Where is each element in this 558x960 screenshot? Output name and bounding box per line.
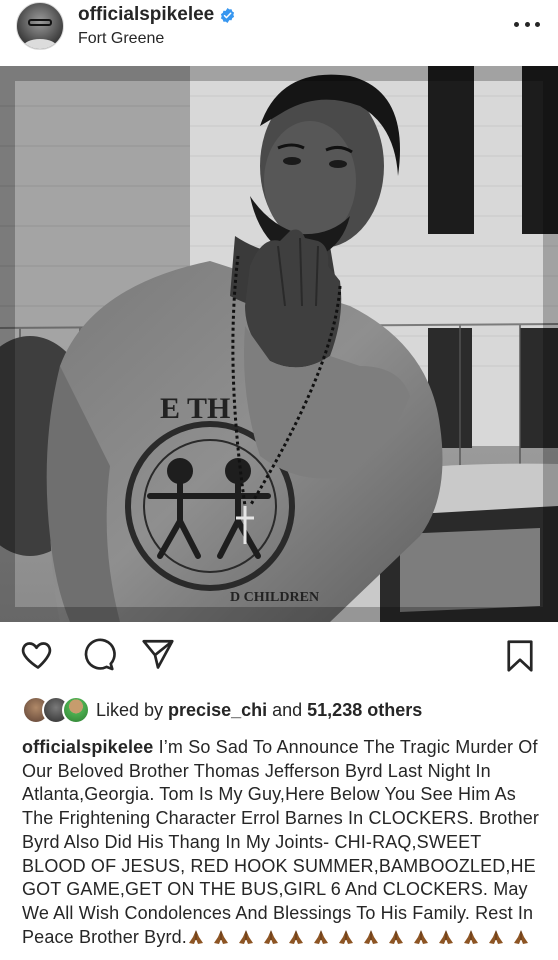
prayer-hands-icon [363,929,378,944]
likes-others-link[interactable]: 51,238 others [307,700,422,720]
shirt-print-top-text: E TH [160,392,230,425]
liker-avatar [62,696,90,724]
avatar-shirt [23,39,57,49]
liker-username-link[interactable]: precise_chi [168,700,267,720]
prayer-hands-icon [313,929,328,944]
prayer-hands-icon [438,929,453,944]
comment-icon[interactable] [80,636,116,672]
prayer-emoji-row [187,927,537,947]
username-row: officialspikelee [78,4,235,26]
prayer-hands-icon [388,929,403,944]
username-link[interactable]: officialspikelee [78,4,214,26]
prayer-hands-icon [238,929,253,944]
bookmark-icon[interactable] [502,636,538,676]
prayer-hands-icon [488,929,503,944]
post-photo-image: E TH D CHILDREN [0,66,558,622]
avatar-glasses [28,19,52,26]
prayer-hands-icon [413,929,428,944]
caption: officialspikelee I’m So Sad To Announce … [22,736,542,949]
prayer-hands-icon [338,929,353,944]
prayer-hands-icon [213,929,228,944]
location-link[interactable]: Fort Greene [78,30,164,48]
post-photo[interactable]: E TH D CHILDREN [0,66,558,622]
verified-badge-icon [221,7,235,23]
caption-text: I’m So Sad To Announce The Tragic Murder… [22,737,540,947]
likes-text[interactable]: Liked by precise_chi and 51,238 others [96,700,422,721]
prayer-hands-icon [188,929,203,944]
prayer-hands-icon [463,929,478,944]
likes-conjunction: and [267,699,308,720]
shirt-print-bottom-text: D CHILDREN [230,590,319,605]
liker-avatars [22,696,90,724]
likes-row[interactable]: Liked by precise_chi and 51,238 others [22,694,422,726]
prayer-hands-icon [288,929,303,944]
caption-author-link[interactable]: officialspikelee [22,737,153,757]
prayer-hands-icon [263,929,278,944]
post-actions [0,636,558,680]
post-header: officialspikelee Fort Greene [0,0,558,66]
heart-icon[interactable] [20,636,56,672]
avatar[interactable] [16,2,64,50]
more-options-icon[interactable] [514,14,540,34]
prayer-hands-icon [513,929,528,944]
likes-prefix: Liked by [96,699,169,720]
send-icon[interactable] [140,636,176,672]
